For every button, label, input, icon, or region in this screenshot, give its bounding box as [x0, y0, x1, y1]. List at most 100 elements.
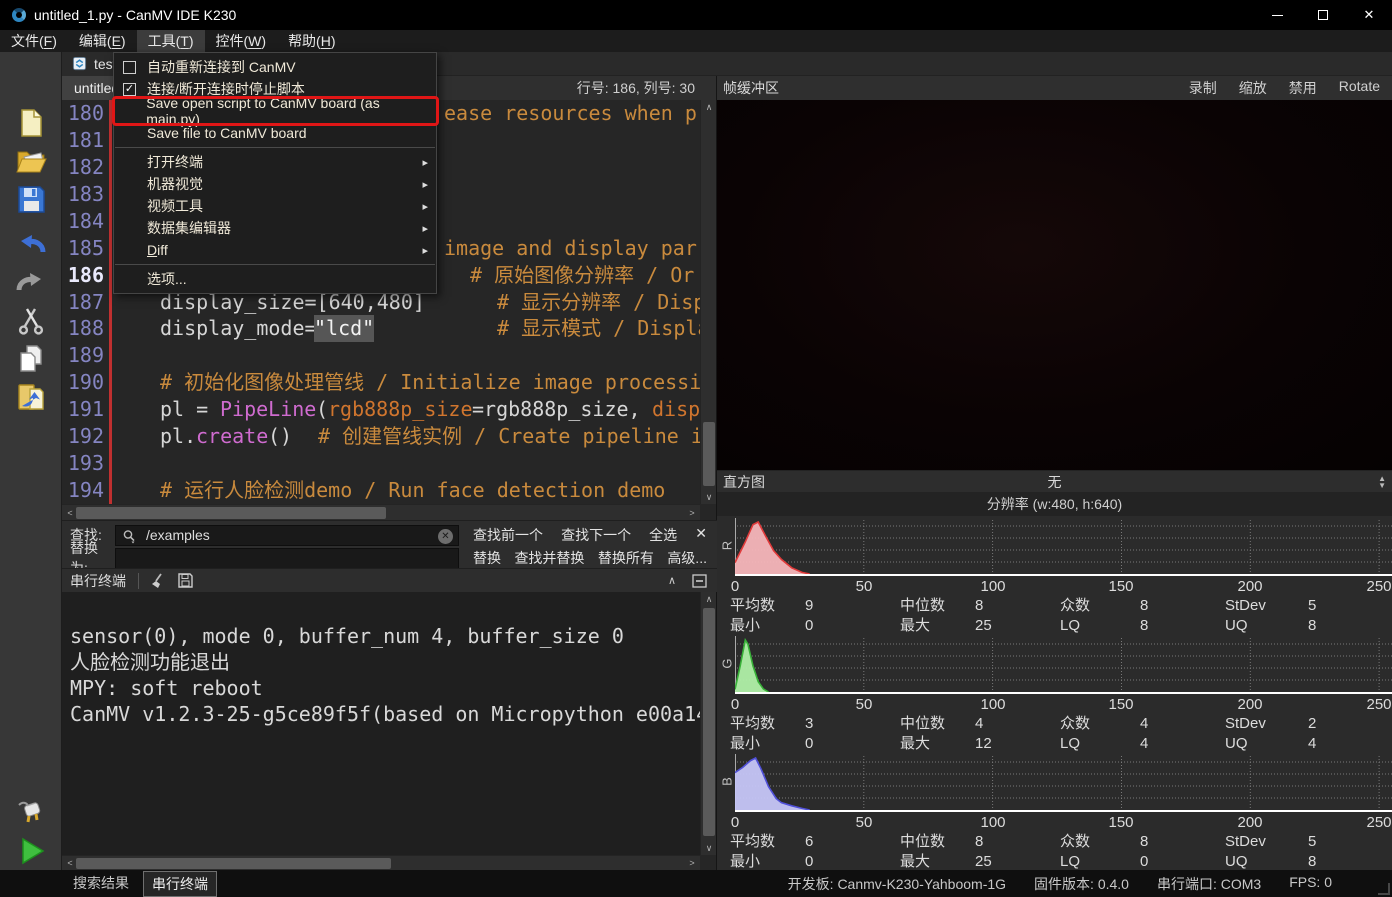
select-all-button[interactable]: 全选	[649, 525, 677, 545]
find-input[interactable]	[116, 527, 458, 543]
disable-button[interactable]: 禁用	[1289, 78, 1317, 98]
framebuffer-header: 帧缓冲区 录制 缩放 禁用 Rotate	[717, 76, 1392, 100]
stat-label: UQ	[1225, 734, 1308, 754]
menu-item-video-tools[interactable]: 视频工具▸	[114, 195, 436, 217]
submenu-arrow-icon: ▸	[422, 156, 428, 169]
popout-window-icon[interactable]	[692, 574, 707, 588]
terminal-line: CanMV v1.2.3-25-g5ce89f5f(based on Micro…	[70, 701, 700, 727]
undo-button[interactable]	[11, 226, 51, 264]
find-next-button[interactable]: 查找下一个	[561, 525, 631, 545]
menu-separator	[115, 147, 435, 148]
find-and-replace-button[interactable]: 查找并替换	[514, 548, 584, 568]
stat-value: 3	[805, 714, 900, 734]
terminal-hscroll-thumb[interactable]	[76, 858, 391, 869]
menu-item-diff[interactable]: Diff▸	[114, 239, 436, 261]
connect-button[interactable]	[11, 794, 51, 832]
axis-tick-label: 200	[1237, 696, 1262, 713]
menu-item-dataset-editor[interactable]: 数据集编辑器▸	[114, 217, 436, 239]
code-segment: # 显示分辨率 / Disp	[497, 289, 700, 316]
axis-tick-label: 150	[1108, 814, 1133, 831]
advanced-button[interactable]: 高级...	[667, 548, 707, 568]
terminal-hscrollbar[interactable]: < >	[62, 855, 700, 870]
app-icon	[12, 8, 26, 22]
close-button[interactable]: ✕	[1346, 0, 1392, 30]
scroll-down-icon[interactable]: ∨	[701, 490, 717, 504]
record-button[interactable]: 录制	[1189, 78, 1217, 98]
line-number: 191	[62, 396, 104, 423]
menu-item-auto-reconnect[interactable]: 自动重新连接到 CanMV	[114, 56, 436, 78]
broom-icon	[149, 572, 167, 590]
axis-tick-label: 0	[731, 814, 739, 831]
clear-search-icon[interactable]: ✕	[438, 529, 453, 544]
stats-row: 平均数9中位数8众数8StDev5	[717, 596, 1392, 616]
redo-button[interactable]	[11, 264, 51, 302]
menu-item-open-terminal[interactable]: 打开终端▸	[114, 151, 436, 173]
zoom-button[interactable]: 缩放	[1239, 78, 1267, 98]
replace-button[interactable]: 替换	[473, 548, 501, 568]
floppy-icon	[177, 572, 194, 589]
scroll-up-icon[interactable]: ∧	[701, 592, 717, 606]
replace-input[interactable]	[116, 550, 458, 566]
cut-button[interactable]	[11, 302, 51, 340]
paste-icon	[15, 381, 47, 413]
menubar-item-help[interactable]: 帮助(H)	[277, 30, 346, 52]
menubar-item-edit[interactable]: 编辑(E)	[68, 30, 137, 52]
save-button[interactable]	[11, 180, 51, 218]
stat-label: 中位数	[900, 714, 975, 734]
menubar-item-tools[interactable]: 工具(T)	[137, 30, 205, 52]
code-segment: disp	[652, 396, 700, 423]
scroll-down-icon[interactable]: ∨	[701, 841, 717, 855]
editor-hscrollbar[interactable]: < >	[62, 504, 700, 520]
menubar-item-file[interactable]: 文件(F)	[0, 30, 68, 52]
editor-vscrollbar[interactable]: ∧ ∨	[700, 100, 716, 504]
resize-grip-icon[interactable]	[1378, 883, 1390, 895]
terminal-vscroll-thumb[interactable]	[703, 608, 715, 836]
terminal-vscrollbar[interactable]: ∧ ∨	[700, 592, 716, 855]
terminal-line: sensor(0), mode 0, buffer_num 4, buffer_…	[70, 623, 624, 649]
scroll-right-icon[interactable]: >	[684, 856, 700, 870]
code-segment: create	[196, 423, 268, 450]
code-segment: (	[316, 396, 328, 423]
minimize-button[interactable]	[1254, 0, 1300, 30]
menu-item-options[interactable]: 选项...	[114, 268, 436, 290]
replace-input-wrap	[115, 548, 459, 569]
stat-value: 25	[975, 616, 1060, 636]
menubar-item-widgets[interactable]: 控件(W)	[205, 30, 278, 52]
replace-all-button[interactable]: 替换所有	[598, 548, 654, 568]
clear-terminal-button[interactable]	[149, 572, 167, 590]
find-previous-button[interactable]: 查找前一个	[473, 525, 543, 545]
stat-label: StDev	[1225, 596, 1308, 616]
close-find-button[interactable]: ✕	[695, 525, 707, 545]
menu-bar: 文件(F)编辑(E)工具(T)控件(W)帮助(H)	[0, 30, 1392, 52]
axis-tick-label: 150	[1108, 578, 1133, 595]
new-file-button[interactable]	[11, 104, 51, 142]
stat-label: 众数	[1060, 714, 1140, 734]
statusbar-tab-search-results[interactable]: 搜索结果	[65, 871, 137, 897]
run-button[interactable]	[11, 832, 51, 870]
maximize-button[interactable]	[1300, 0, 1346, 30]
scroll-right-icon[interactable]: >	[684, 506, 700, 520]
stat-value: 9	[805, 596, 900, 616]
collapse-terminal-icon[interactable]: ∧	[668, 574, 676, 587]
scroll-up-icon[interactable]: ∧	[701, 100, 717, 114]
stats-row: 最小0最大25LQ0UQ8	[717, 852, 1392, 872]
menu-item-machine-vision[interactable]: 机器视觉▸	[114, 173, 436, 195]
editor-vscroll-thumb[interactable]	[703, 422, 715, 486]
open-folder-button[interactable]	[11, 142, 51, 180]
axis-tick-label: 200	[1237, 814, 1262, 831]
line-number: 184	[62, 208, 104, 235]
paste-button[interactable]	[11, 378, 51, 416]
stat-value: 8	[975, 596, 1060, 616]
save-log-button[interactable]	[177, 572, 194, 589]
axis-tick-label: 100	[980, 696, 1005, 713]
serial-terminal-output[interactable]: sensor(0), mode 0, buffer_num 4, buffer_…	[62, 592, 700, 855]
copy-button[interactable]	[11, 340, 51, 378]
rotate-button[interactable]: Rotate	[1339, 78, 1380, 98]
serial-terminal-header: 串行终端 ∧	[62, 568, 717, 592]
editor-hscroll-thumb[interactable]	[76, 507, 386, 519]
statusbar-tab-serial-terminal[interactable]: 串行终端	[143, 871, 217, 897]
find-replace-panel: 查找: ✕ 查找前一个 查找下一个 全选 ✕ 替换为:	[62, 520, 717, 568]
menu-item-save-open-script[interactable]: Save open script to CanMV board (as main…	[114, 100, 436, 122]
stat-value: 4	[975, 714, 1060, 734]
serial-terminal-title: 串行终端	[62, 571, 138, 591]
